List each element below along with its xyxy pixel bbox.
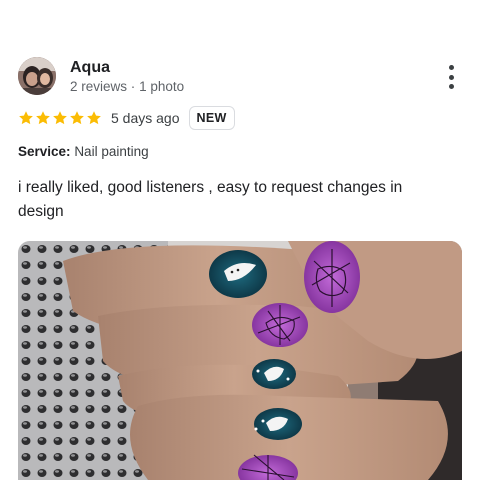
review-header: Aqua 2 reviews · 1 photo: [18, 57, 462, 97]
star-icon: [70, 111, 84, 125]
star-rating: [18, 110, 102, 126]
meta-separator: ·: [130, 79, 136, 94]
more-vertical-icon[interactable]: [444, 65, 458, 89]
avatar[interactable]: [18, 57, 56, 95]
new-badge: NEW: [188, 106, 235, 130]
service-label: Service:: [18, 144, 71, 159]
author-name[interactable]: Aqua: [70, 59, 110, 77]
star-icon: [53, 111, 67, 125]
reviews-count: 2 reviews: [70, 79, 128, 94]
rating-row: 5 days ago NEW: [18, 105, 235, 131]
service-line: Service: Nail painting: [18, 144, 149, 159]
service-value: Nail painting: [74, 144, 149, 159]
star-icon: [36, 111, 50, 125]
photos-count: 1 photo: [139, 79, 185, 94]
review-card: Aqua 2 reviews · 1 photo 5 days ago NEW …: [0, 0, 480, 480]
author-meta: 2 reviews · 1 photo: [70, 79, 184, 94]
star-icon: [87, 111, 101, 125]
review-text: i really liked, good listeners , easy to…: [18, 179, 403, 220]
review-photo[interactable]: [18, 241, 462, 480]
review-date: 5 days ago: [111, 110, 180, 126]
star-icon: [19, 111, 33, 125]
